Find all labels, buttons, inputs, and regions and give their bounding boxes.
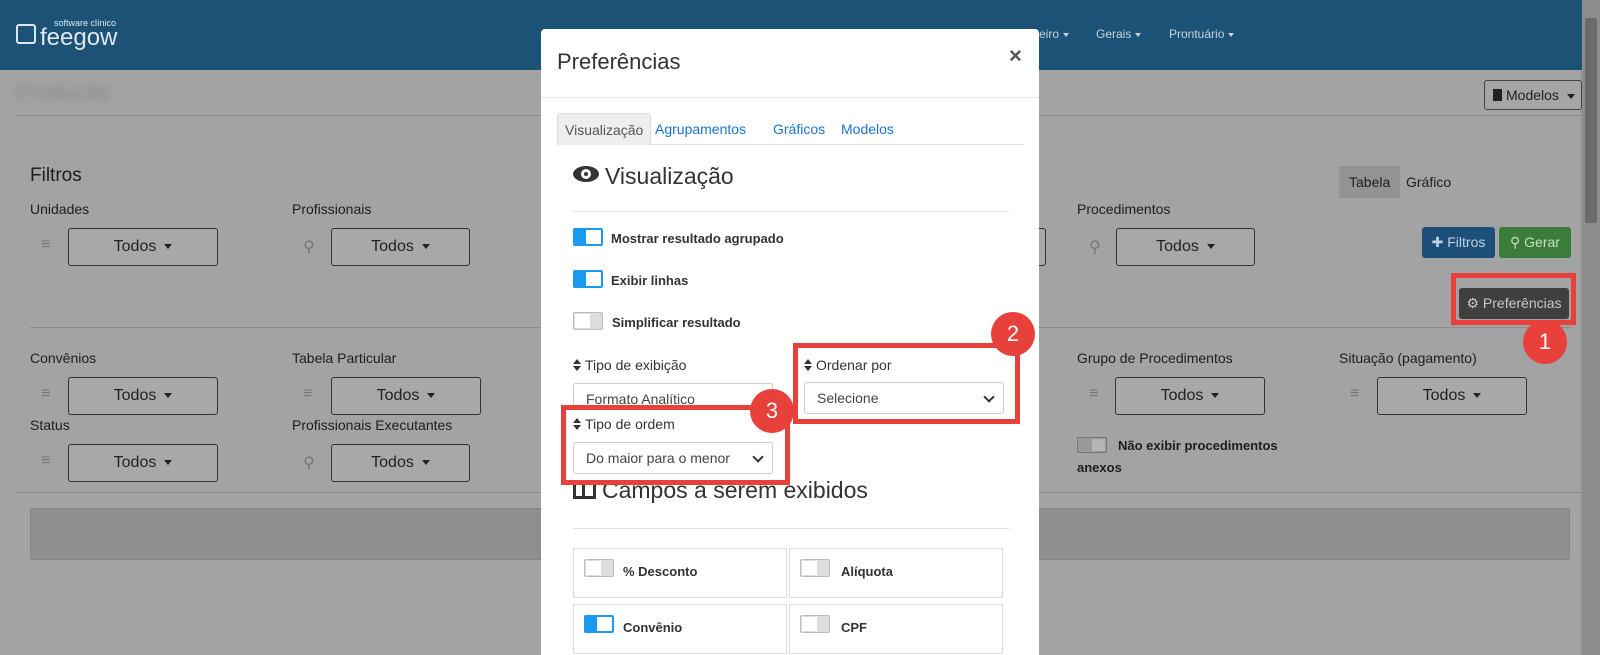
filter-label-profissionais-executantes: Profissionais Executantes: [292, 417, 453, 433]
campo-aliquota-cell[interactable]: Alíquota: [789, 548, 1003, 598]
list-icon: ≡: [41, 452, 51, 469]
chevron-down-icon: [1228, 32, 1235, 37]
filter-label-unidades: Unidades: [30, 201, 90, 217]
tipo-exibicao-label: Tipo de exibição: [573, 357, 686, 373]
campo-convenio-cell[interactable]: Convênio: [573, 604, 787, 654]
list-icon: ≡: [41, 236, 51, 253]
page-title: Produção: [16, 80, 111, 105]
logo-name: feegow: [40, 24, 118, 51]
tab-tabela[interactable]: Tabela: [1339, 166, 1401, 198]
filters-heading: Filtros: [30, 165, 82, 186]
chevron-down-icon: [1566, 93, 1575, 99]
tab-modelos[interactable]: Modelos: [841, 113, 894, 145]
nao-exibir-anexos-toggle[interactable]: [1077, 437, 1107, 453]
search-icon: ⚲: [1510, 234, 1525, 250]
search-icon: ⚲: [303, 455, 315, 472]
situacao-dropdown[interactable]: Todos: [1377, 377, 1527, 415]
procedimentos-dropdown[interactable]: Todos: [1116, 228, 1255, 266]
nav-item-financeiro[interactable]: eiro: [1039, 27, 1070, 41]
preferencias-modal: Preferências × Visualização Agrupamentos…: [541, 29, 1039, 655]
modelos-button[interactable]: Modelos: [1484, 80, 1582, 110]
chevron-down-icon: [1206, 244, 1215, 250]
convenio-label: Convênio: [623, 620, 683, 635]
chevron-down-icon: [1063, 32, 1070, 37]
chevron-down-icon: [1211, 393, 1220, 399]
profissionais-executantes-dropdown[interactable]: Todos: [331, 444, 470, 482]
chevron-down-icon: [421, 460, 430, 466]
list-icon: ≡: [1089, 385, 1099, 402]
preferences-tabs: Visualização Agrupamentos Gráficos Model…: [557, 113, 1023, 145]
chevron-down-icon: [1473, 393, 1482, 399]
filter-label-tabela-particular: Tabela Particular: [292, 350, 397, 366]
search-icon: ⚲: [303, 239, 315, 256]
modal-title: Preferências: [557, 49, 681, 74]
filter-label-convenios: Convênios: [30, 350, 97, 366]
step-badge-3: 3: [750, 389, 794, 433]
mostrar-agrupado-label: Mostrar resultado agrupado: [611, 231, 784, 246]
tabela-particular-dropdown[interactable]: Todos: [331, 377, 481, 415]
chevron-down-icon: [164, 460, 173, 466]
gerar-button[interactable]: ⚲ Gerar: [1499, 227, 1571, 258]
nav-item-gerais[interactable]: Gerais: [1096, 27, 1142, 41]
modal-divider: [541, 97, 1039, 98]
section-divider: [573, 211, 1009, 212]
nav-item-prontuario[interactable]: Prontuário: [1169, 27, 1235, 41]
step-badge-2: 2: [991, 312, 1035, 356]
chevron-down-icon: [1135, 32, 1142, 37]
desconto-toggle[interactable]: [584, 559, 614, 577]
close-icon[interactable]: ×: [1009, 43, 1022, 69]
filter-label-grupo-procedimentos: Grupo de Procedimentos: [1077, 350, 1233, 366]
list-icon: ≡: [303, 385, 313, 402]
sort-icon: [573, 359, 581, 371]
bookmark-icon: [1493, 89, 1502, 101]
unidades-dropdown[interactable]: Todos: [68, 228, 218, 266]
logo-mark-icon: [16, 24, 36, 44]
aliquota-toggle[interactable]: [800, 559, 830, 577]
chevron-down-icon: [421, 244, 430, 250]
chevron-down-icon: [427, 393, 436, 399]
step-badge-1: 1: [1523, 320, 1567, 364]
cpf-label: CPF: [841, 620, 867, 635]
grupo-procedimentos-dropdown[interactable]: Todos: [1115, 377, 1265, 415]
section-visualizacao-title: Visualização: [573, 163, 734, 190]
nao-exibir-anexos-label: Não exibir procedimentos: [1118, 438, 1278, 453]
filter-label-profissionais: Profissionais: [292, 201, 372, 217]
desconto-label: % Desconto: [623, 564, 698, 579]
chevron-down-icon: [164, 244, 173, 250]
campo-desconto-cell[interactable]: % Desconto: [573, 548, 787, 598]
list-icon: ≡: [41, 385, 51, 402]
highlight-box-1: [1451, 273, 1576, 325]
aliquota-label: Alíquota: [841, 564, 893, 579]
filter-label-situacao: Situação (pagamento): [1339, 350, 1477, 366]
cpf-toggle[interactable]: [800, 615, 830, 633]
plus-icon: ✚: [1431, 234, 1448, 250]
simplificar-resultado-toggle[interactable]: [573, 312, 603, 330]
list-icon: ≡: [1350, 385, 1360, 402]
mostrar-agrupado-toggle[interactable]: [573, 228, 603, 246]
scrollbar-thumb[interactable]: [1585, 18, 1597, 223]
status-dropdown[interactable]: Todos: [68, 444, 218, 482]
profissionais-dropdown[interactable]: Todos: [331, 228, 470, 266]
chevron-down-icon: [164, 393, 173, 399]
convenios-dropdown[interactable]: Todos: [68, 377, 218, 415]
section-divider: [573, 528, 1009, 529]
convenio-toggle[interactable]: [584, 615, 614, 633]
tab-agrupamentos[interactable]: Agrupamentos: [655, 113, 746, 145]
highlight-box-2: [793, 343, 1020, 424]
campo-cpf-cell[interactable]: CPF: [789, 604, 1003, 654]
search-icon: ⚲: [1089, 239, 1101, 256]
filter-label-status: Status: [30, 417, 70, 433]
nao-exibir-anexos-label-cont: anexos: [1077, 460, 1122, 475]
simplificar-resultado-label: Simplificar resultado: [612, 315, 741, 330]
eye-icon: [573, 166, 599, 182]
filter-label-procedimentos: Procedimentos: [1077, 201, 1171, 217]
exibir-linhas-toggle[interactable]: [573, 270, 603, 288]
exibir-linhas-label: Exibir linhas: [611, 273, 689, 288]
tab-visualizacao[interactable]: Visualização: [557, 113, 652, 145]
add-filtros-button[interactable]: ✚ Filtros: [1422, 227, 1495, 258]
tab-graficos[interactable]: Gráficos: [773, 113, 825, 145]
tab-grafico[interactable]: Gráfico: [1396, 166, 1461, 198]
